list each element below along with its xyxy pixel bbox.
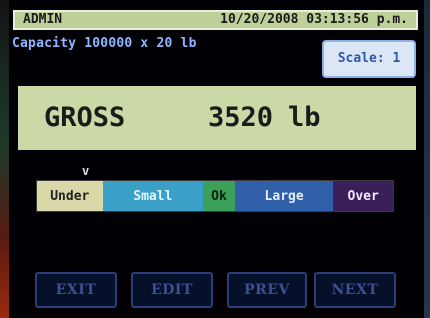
zone-large: Large [234, 181, 334, 211]
checkweigh-zone-bar: Under Small Ok Large Over [36, 180, 394, 212]
frame-edge-right [424, 0, 430, 318]
logged-in-user: ADMIN [23, 12, 63, 27]
weight-value: 3520 [208, 102, 274, 133]
zone-indicator-marker: v [82, 164, 90, 178]
frame-edge-left [0, 0, 9, 318]
status-bar: ADMIN 10/20/2008 03:13:56 p.m. [13, 10, 418, 30]
weight-display: GROSS 3520 lb [18, 86, 416, 150]
terminal-screen: ADMIN 10/20/2008 03:13:56 p.m. Capacity … [9, 0, 424, 318]
zone-under: Under [37, 181, 103, 211]
zone-ok: Ok [203, 181, 235, 211]
next-button[interactable]: NEXT [314, 272, 396, 308]
weight-unit: lb [288, 102, 321, 133]
zone-over: Over [333, 181, 394, 211]
scale-select-button[interactable]: Scale: 1 [322, 40, 416, 78]
zone-small: Small [102, 181, 204, 211]
date-time: 10/20/2008 03:13:56 p.m. [220, 12, 408, 27]
weight-mode: GROSS [44, 102, 126, 133]
edit-button[interactable]: EDIT [131, 272, 213, 308]
exit-button[interactable]: EXIT [35, 272, 117, 308]
capacity-label: Capacity 100000 x 20 lb [12, 36, 197, 51]
prev-button[interactable]: PREV [227, 272, 307, 308]
